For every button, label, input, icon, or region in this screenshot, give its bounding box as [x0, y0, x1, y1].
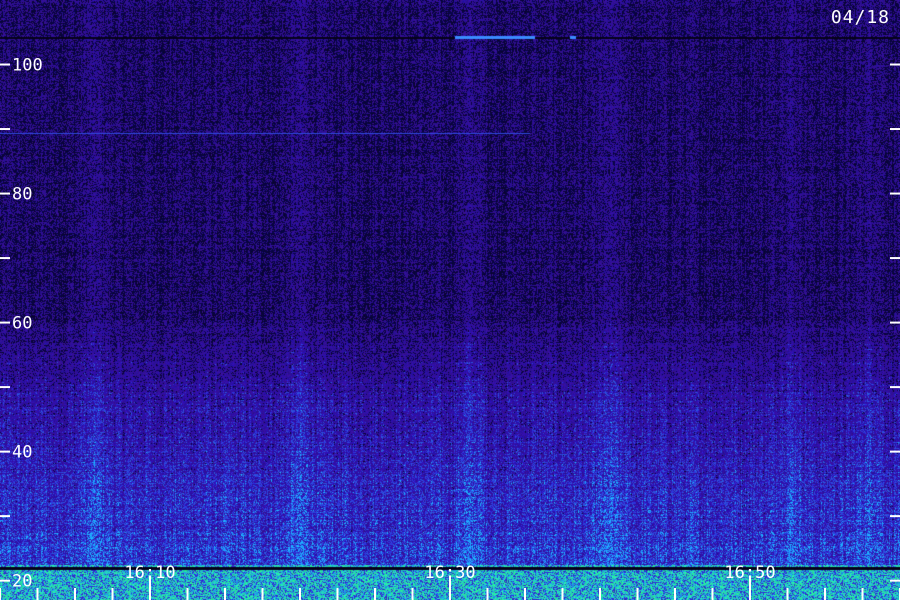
x-tick-label: 16:10 — [124, 563, 175, 583]
y-tick-label: 100 — [12, 56, 43, 76]
spectrogram-axes: 04/18 20 40 60 80 100 16:10 16:30 16:50 — [0, 7, 900, 600]
x-tick-label: 16:30 — [424, 563, 475, 583]
spectrogram-chart: 04/18 20 40 60 80 100 16:10 16:30 16:50 — [0, 0, 900, 600]
y-tick-label: 60 — [12, 314, 32, 334]
x-axis: 16:10 16:30 16:50 — [0, 563, 900, 600]
y-axis: 20 40 60 80 100 — [0, 56, 900, 592]
date-label: 04/18 — [831, 7, 890, 28]
y-tick-label: 40 — [12, 443, 32, 463]
x-tick-label: 16:50 — [724, 563, 775, 583]
y-tick-label: 80 — [12, 185, 32, 205]
y-tick-label: 20 — [12, 572, 32, 592]
